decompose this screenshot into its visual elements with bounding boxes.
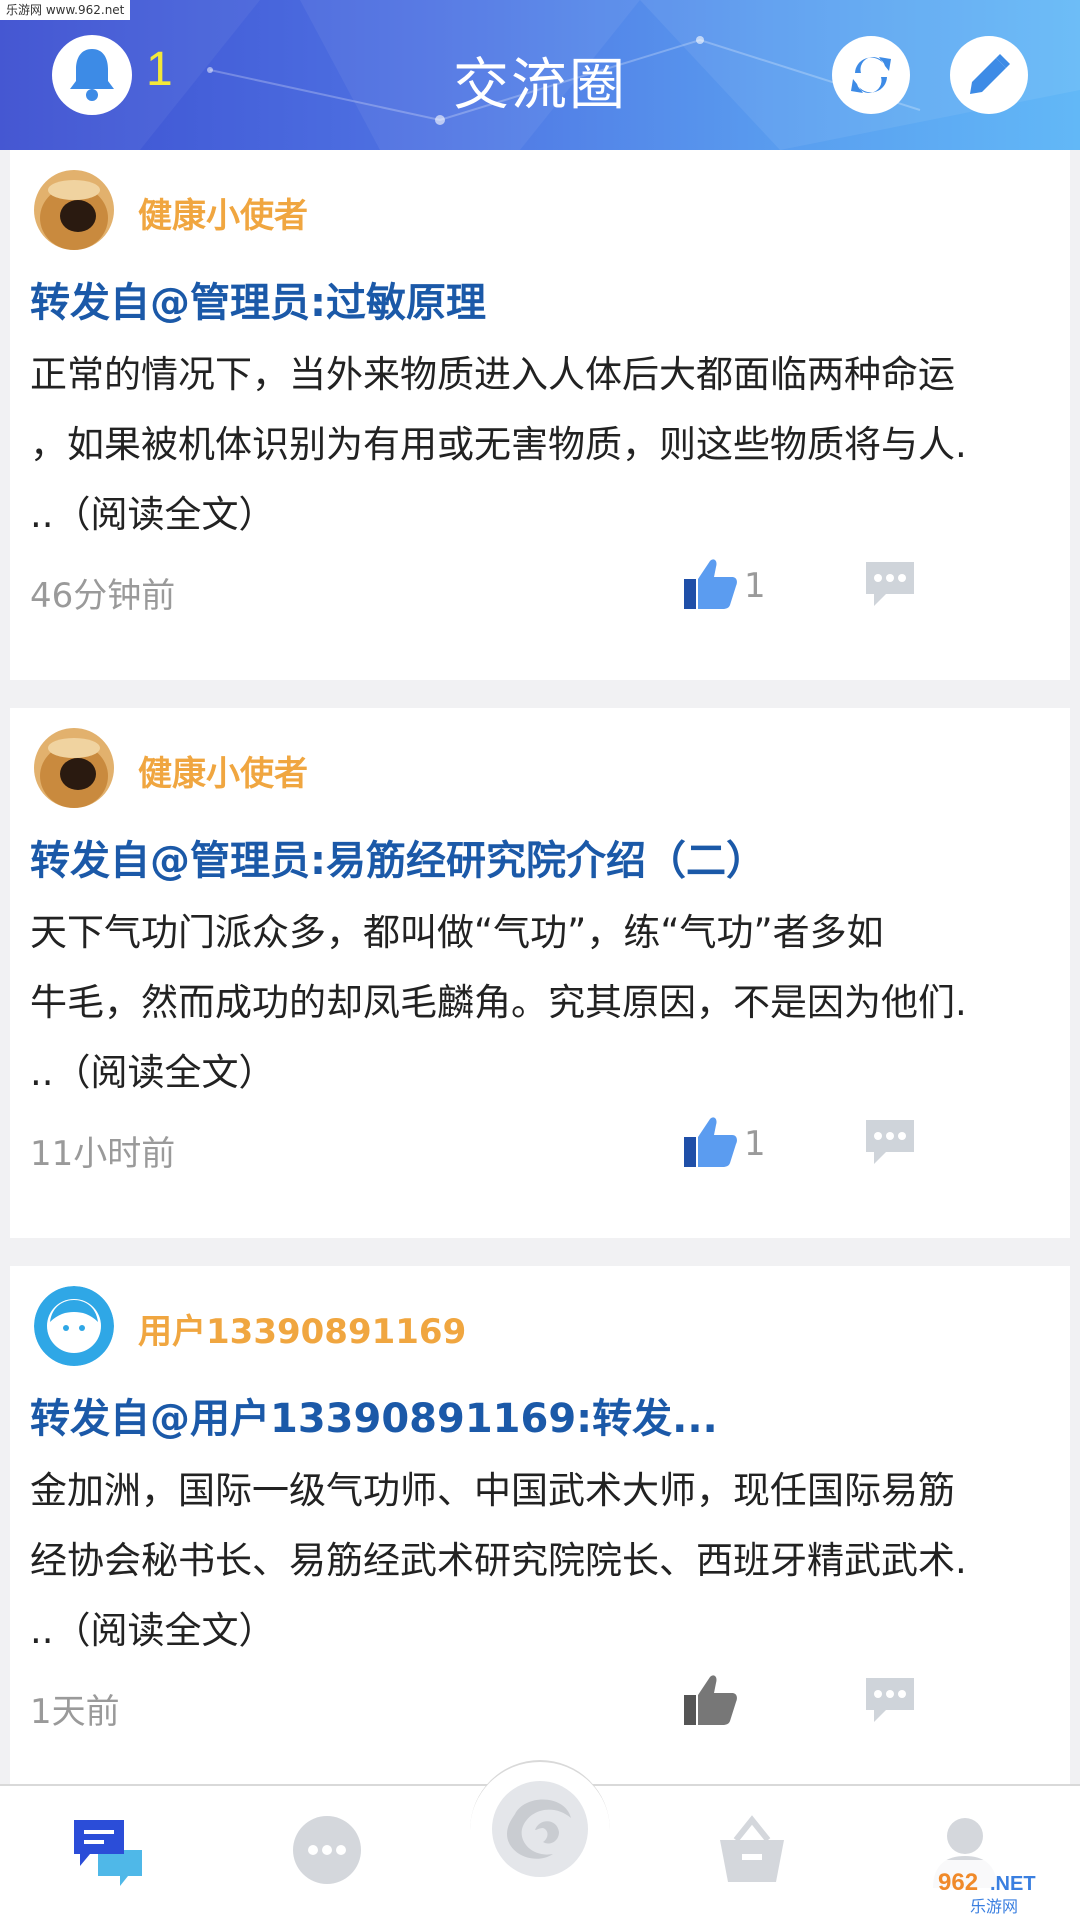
avatar[interactable] [34, 1286, 114, 1366]
dog-avatar-icon [34, 170, 114, 250]
post-body-line: ..（阅读全文） [30, 493, 276, 536]
watermark-top: 乐游网 www.962.net [0, 0, 131, 20]
user-avatar-icon [34, 1286, 114, 1366]
post-title[interactable]: 转发自@管理员:易筋经研究院介绍（二） [30, 828, 1050, 886]
svg-text:.NET: .NET [990, 1873, 1036, 1895]
thumbs-up-icon[interactable] [682, 1113, 738, 1169]
post-username[interactable]: 用户13390891169 [138, 1304, 466, 1353]
svg-text:962: 962 [938, 1869, 978, 1896]
post-card[interactable]: 用户13390891169 转发自@用户13390891169:转发... 金加… [10, 1266, 1070, 1796]
comment-icon[interactable] [862, 558, 918, 608]
chat-bubbles-icon[interactable] [68, 1810, 148, 1890]
avatar[interactable] [34, 728, 114, 808]
basket-icon[interactable] [712, 1810, 792, 1890]
message-icon[interactable] [287, 1810, 367, 1890]
comment-icon[interactable] [862, 1674, 918, 1724]
post-body-line: 金加洲，国际一级气功师、中国武术大师，现任国际易筋 [30, 1469, 955, 1512]
comment-icon[interactable] [862, 1116, 918, 1166]
post-body-line: 天下气功门派众多，都叫做“气功”，练“气功”者多如 [30, 911, 884, 954]
pencil-icon [970, 54, 1010, 94]
post-body-line: ..（阅读全文） [30, 1609, 276, 1652]
post-username[interactable]: 健康小使者 [138, 746, 308, 795]
like-count: 1 [744, 566, 766, 606]
avatar[interactable] [34, 170, 114, 250]
refresh-button[interactable] [832, 36, 910, 114]
post-body[interactable]: 正常的情况下，当外来物质进入人体后大都面临两种命运 ，如果被机体识别为有用或无害… [30, 340, 1050, 550]
thumbs-up-icon[interactable] [682, 1671, 738, 1727]
post-card[interactable]: 健康小使者 转发自@管理员:易筋经研究院介绍（二） 天下气功门派众多，都叫做“气… [10, 708, 1070, 1238]
post-body-line: 经协会秘书长、易筋经武术研究院院长、西班牙精武武术. [30, 1539, 967, 1582]
post-time: 11小时前 [30, 1134, 176, 1174]
post-body-line: 牛毛，然而成功的却凤毛麟角。究其原因，不是因为他们. [30, 981, 967, 1024]
post-time: 46分钟前 [30, 576, 176, 616]
post-body[interactable]: 天下气功门派众多，都叫做“气功”，练“气功”者多如 牛毛，然而成功的却凤毛麟角。… [30, 898, 1050, 1108]
post-card[interactable]: 健康小使者 转发自@管理员:过敏原理 正常的情况下，当外来物质进入人体后大都面临… [10, 150, 1070, 680]
page-title: 交流圈 [453, 53, 627, 118]
compose-button[interactable] [950, 36, 1028, 114]
post-title[interactable]: 转发自@用户13390891169:转发... [30, 1386, 1050, 1444]
logo-icon [492, 1781, 588, 1877]
post-body-line: ，如果被机体识别为有用或无害物质，则这些物质将与人. [30, 423, 967, 466]
refresh-icon [851, 57, 891, 93]
svg-text:乐游网: 乐游网 [970, 1897, 1018, 1916]
center-tab-button[interactable] [470, 1760, 610, 1922]
post-title[interactable]: 转发自@管理员:过敏原理 [30, 270, 1050, 328]
thumbs-up-icon[interactable] [682, 555, 738, 611]
like-count: 1 [744, 1124, 766, 1164]
watermark-bottom: 962 .NET 乐游网 [930, 1860, 1080, 1920]
post-username[interactable]: 健康小使者 [138, 188, 308, 237]
dog-avatar-icon [34, 728, 114, 808]
post-body-line: ..（阅读全文） [30, 1051, 276, 1094]
post-body-line: 正常的情况下，当外来物质进入人体后大都面临两种命运 [30, 353, 955, 396]
app-header: 乐游网 www.962.net 1 交流圈 [0, 0, 1080, 150]
post-body[interactable]: 金加洲，国际一级气功师、中国武术大师，现任国际易筋 经协会秘书长、易筋经武术研究… [30, 1456, 1050, 1666]
post-time: 1天前 [30, 1692, 120, 1732]
